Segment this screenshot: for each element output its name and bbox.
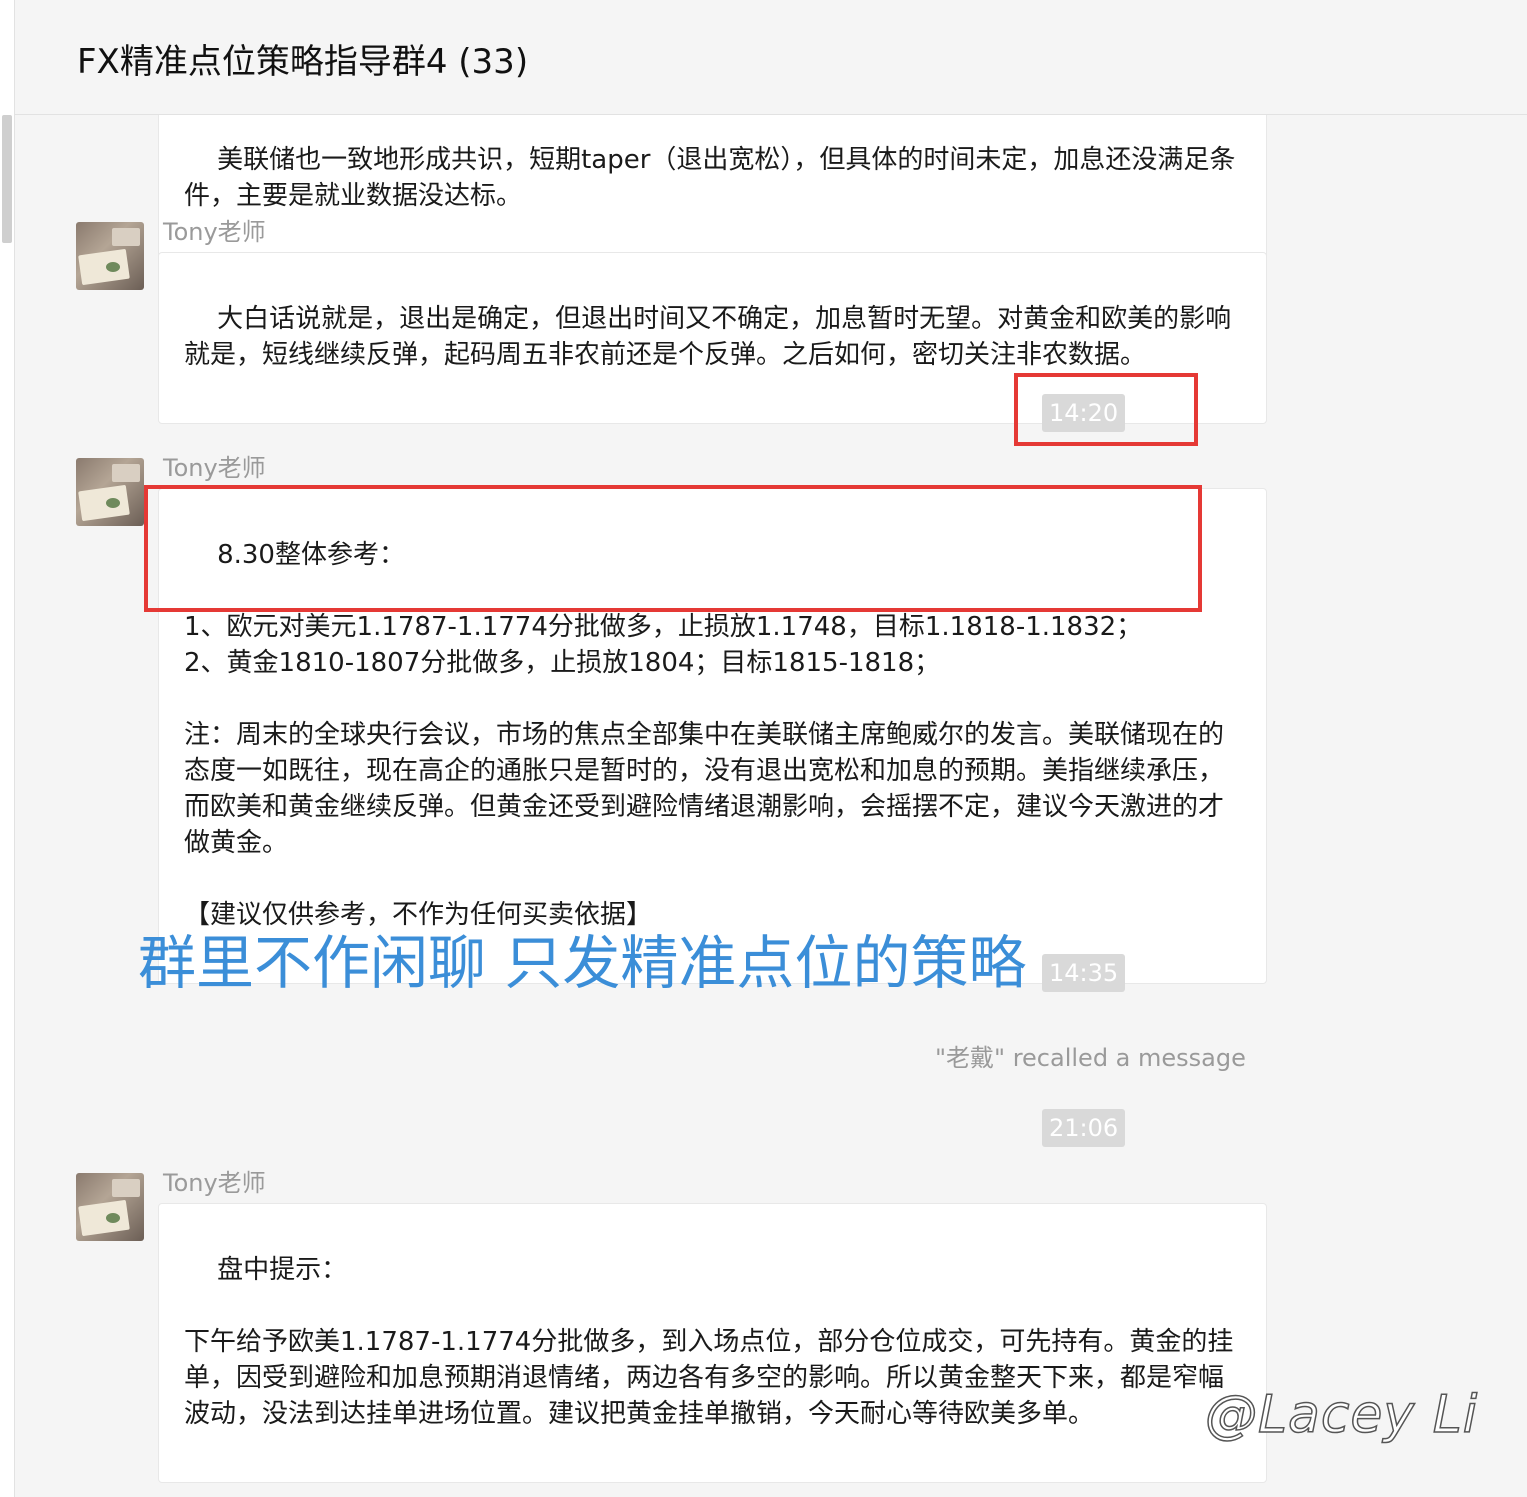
highlight-box-strategy [144,485,1202,612]
chat-header: FX精准点位策略指导群4 (33) [15,0,1527,115]
avatar[interactable] [76,458,144,526]
avatar[interactable] [76,222,144,290]
sender-name: Tony老师 [163,1169,266,1197]
recall-notice: "老戴" recalled a message [935,1044,1246,1072]
timestamp: 14:35 [1042,954,1126,992]
sender-name: Tony老师 [163,218,266,246]
message-bubble[interactable]: 盘中提示： 下午给予欧美1.1787-1.1774分批做多，到入场点位，部分仓位… [158,1203,1267,1483]
message-text: 盘中提示： 下午给予欧美1.1787-1.1774分批做多，到入场点位，部分仓位… [184,1255,1234,1429]
watermark: @Lacey Li [1204,1384,1479,1446]
timestamp: 21:06 [1042,1109,1126,1147]
message-text: 美联储也一致地形成共识，短期taper（退出宽松），但具体的时间未定，加息还没满… [184,145,1236,211]
overlay-caption: 群里不作闲聊 只发精准点位的策略 [138,929,1027,997]
highlight-box-time [1014,373,1198,446]
message-bubble[interactable]: 美联储也一致地形成共识，短期taper（退出宽松），但具体的时间未定，加息还没满… [158,115,1267,265]
avatar[interactable] [76,1173,144,1241]
left-rail [0,0,15,1497]
message-list[interactable]: 美联储也一致地形成共识，短期taper（退出宽松），但具体的时间未定，加息还没满… [15,115,1527,1497]
scrollbar-thumb[interactable] [2,115,12,243]
chat-title: FX精准点位策略指导群4 (33) [77,42,529,82]
message-text: 大白话说就是，退出是确定，但退出时间又不确定，加息暂时无望。对黄金和欧美的影响就… [184,304,1232,370]
sender-name: Tony老师 [163,454,266,482]
